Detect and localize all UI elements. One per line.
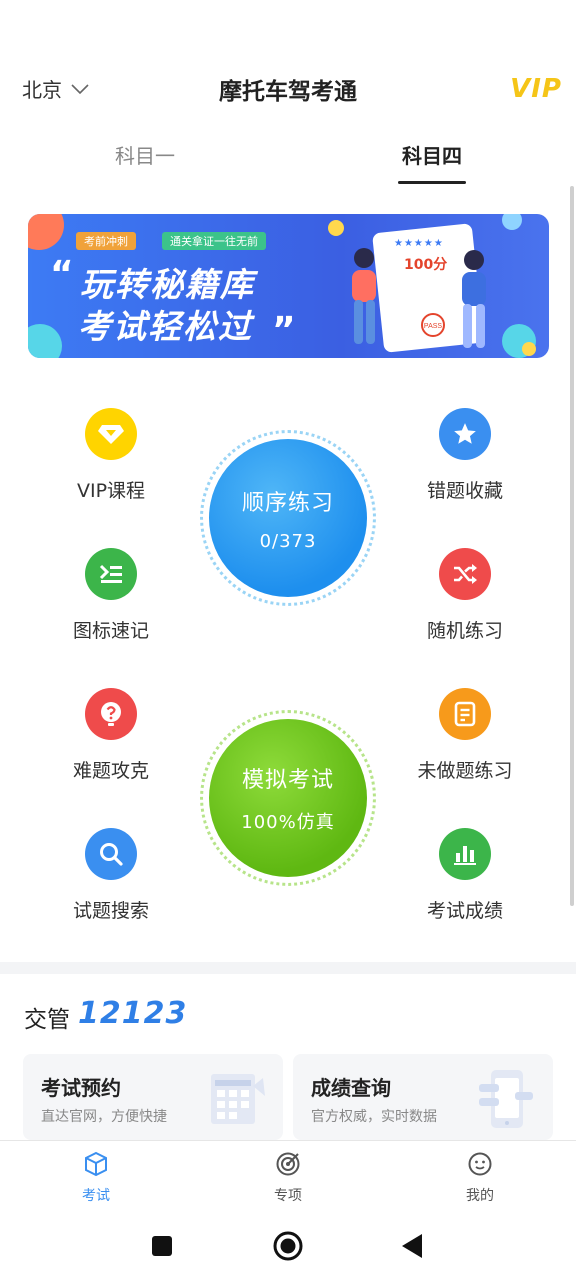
exam-booking-card[interactable]: 考试预约 直达官网，方便快捷: [23, 1054, 283, 1140]
decor-circle: [522, 342, 536, 356]
feature-label: 试题搜索: [72, 900, 149, 922]
feature-label: 考试成绩: [426, 900, 503, 922]
quote-mark-icon: “: [50, 254, 74, 295]
feature-icon-memo[interactable]: 图标速记: [46, 548, 176, 643]
tab-subject-four[interactable]: 科目四: [402, 140, 462, 169]
search-icon: [85, 828, 137, 880]
dotted-ring: [200, 430, 376, 606]
star-icon: [439, 408, 491, 460]
list-icon: [85, 548, 137, 600]
order-practice-button[interactable]: 顺序练习 0/373: [200, 430, 376, 606]
pass-stamp-text: PASS: [424, 323, 442, 330]
diamond-icon: [85, 408, 137, 460]
nav-label: 我的: [466, 1188, 494, 1204]
tab-active-indicator: [398, 181, 466, 184]
feature-label: 随机练习: [426, 620, 503, 642]
feature-label: 难题攻克: [72, 760, 149, 782]
home-button[interactable]: [272, 1230, 304, 1262]
card-subtitle: 官方权威，实时数据: [311, 1109, 437, 1125]
dotted-ring: [200, 710, 376, 886]
nav-label: 专项: [274, 1188, 302, 1204]
quote-mark-icon: ”: [272, 310, 296, 351]
top-bar: 北京 摩托车驾考通 VIP: [0, 60, 576, 116]
mock-exam-button[interactable]: 模拟考试 100%仿真: [200, 710, 376, 886]
smiley-icon: [468, 1152, 492, 1176]
jiaoguan-label: 交管: [24, 1007, 70, 1033]
feature-label: 错题收藏: [426, 480, 503, 502]
decor-circle: [502, 214, 522, 230]
banner-headline: 玩转秘籍库: [80, 265, 255, 304]
scrollbar[interactable]: [570, 186, 574, 906]
back-button[interactable]: [400, 1232, 424, 1260]
nav-item-exam[interactable]: 考试: [56, 1151, 136, 1205]
feature-exam-scores[interactable]: 考试成绩: [400, 828, 530, 923]
feature-unanswered-practice[interactable]: 未做题练习: [400, 688, 530, 783]
tab-subject-one[interactable]: 科目一: [115, 140, 175, 169]
decor-circle: [328, 220, 344, 236]
card-subtitle: 直达官网，方便快捷: [41, 1109, 167, 1125]
decor-circle: [28, 214, 64, 250]
system-nav-bar: [0, 1216, 576, 1280]
target-icon: [276, 1152, 300, 1176]
score-query-card[interactable]: 成绩查询 官方权威，实时数据: [293, 1054, 553, 1140]
feature-label: 未做题练习: [417, 760, 513, 782]
promo-banner[interactable]: 考前冲刺 通关拿证一往无前 “ 玩转秘籍库 考试轻松过 ” ★★★★★ 100分…: [28, 214, 549, 358]
banner-tag: 通关拿证一往无前: [162, 232, 266, 250]
person-illustration: [462, 250, 486, 348]
feature-hard-questions[interactable]: 难题攻克: [46, 688, 176, 783]
app-screen: 北京 摩托车驾考通 VIP 科目一 科目四 考前冲刺 通关拿证一往无前 “ 玩转…: [0, 0, 576, 1280]
bottom-nav: 考试 专项 我的: [0, 1140, 576, 1216]
card-title: 考试预约: [41, 1076, 121, 1100]
feature-label: VIP课程: [76, 480, 146, 502]
recent-apps-button[interactable]: [150, 1234, 174, 1258]
question-icon: [85, 688, 137, 740]
feature-vip-course[interactable]: VIP课程: [46, 408, 176, 503]
rating-stars-icon: ★★★★★: [394, 238, 444, 249]
cube-icon: [85, 1151, 107, 1177]
jiaoguan-number: 12123: [78, 996, 188, 1031]
pass-stamp-icon: PASS: [421, 313, 445, 337]
subject-tabs: 科目一 科目四: [0, 136, 576, 188]
bar-chart-icon: [439, 828, 491, 880]
decor-circle: [28, 324, 62, 358]
nav-item-profile[interactable]: 我的: [440, 1151, 520, 1205]
person-illustration: [352, 248, 376, 344]
banner-score: 100分: [404, 257, 448, 273]
nav-label: 考试: [82, 1188, 110, 1204]
card-title: 成绩查询: [311, 1076, 391, 1100]
phone-illustration: [479, 1070, 533, 1128]
feature-question-search[interactable]: 试题搜索: [46, 828, 176, 923]
feature-random-practice[interactable]: 随机练习: [400, 548, 530, 643]
shuffle-icon: [439, 548, 491, 600]
feature-label: 图标速记: [72, 620, 149, 642]
feature-wrong-collection[interactable]: 错题收藏: [400, 408, 530, 503]
document-icon: [439, 688, 491, 740]
calendar-illustration: [211, 1074, 265, 1124]
app-title: 摩托车驾考通: [219, 79, 357, 105]
vip-badge[interactable]: VIP: [510, 74, 562, 104]
banner-tag: 考前冲刺: [76, 232, 136, 250]
nav-item-special[interactable]: 专项: [248, 1151, 328, 1205]
section-divider: [0, 962, 576, 974]
banner-headline: 考试轻松过: [78, 307, 253, 346]
